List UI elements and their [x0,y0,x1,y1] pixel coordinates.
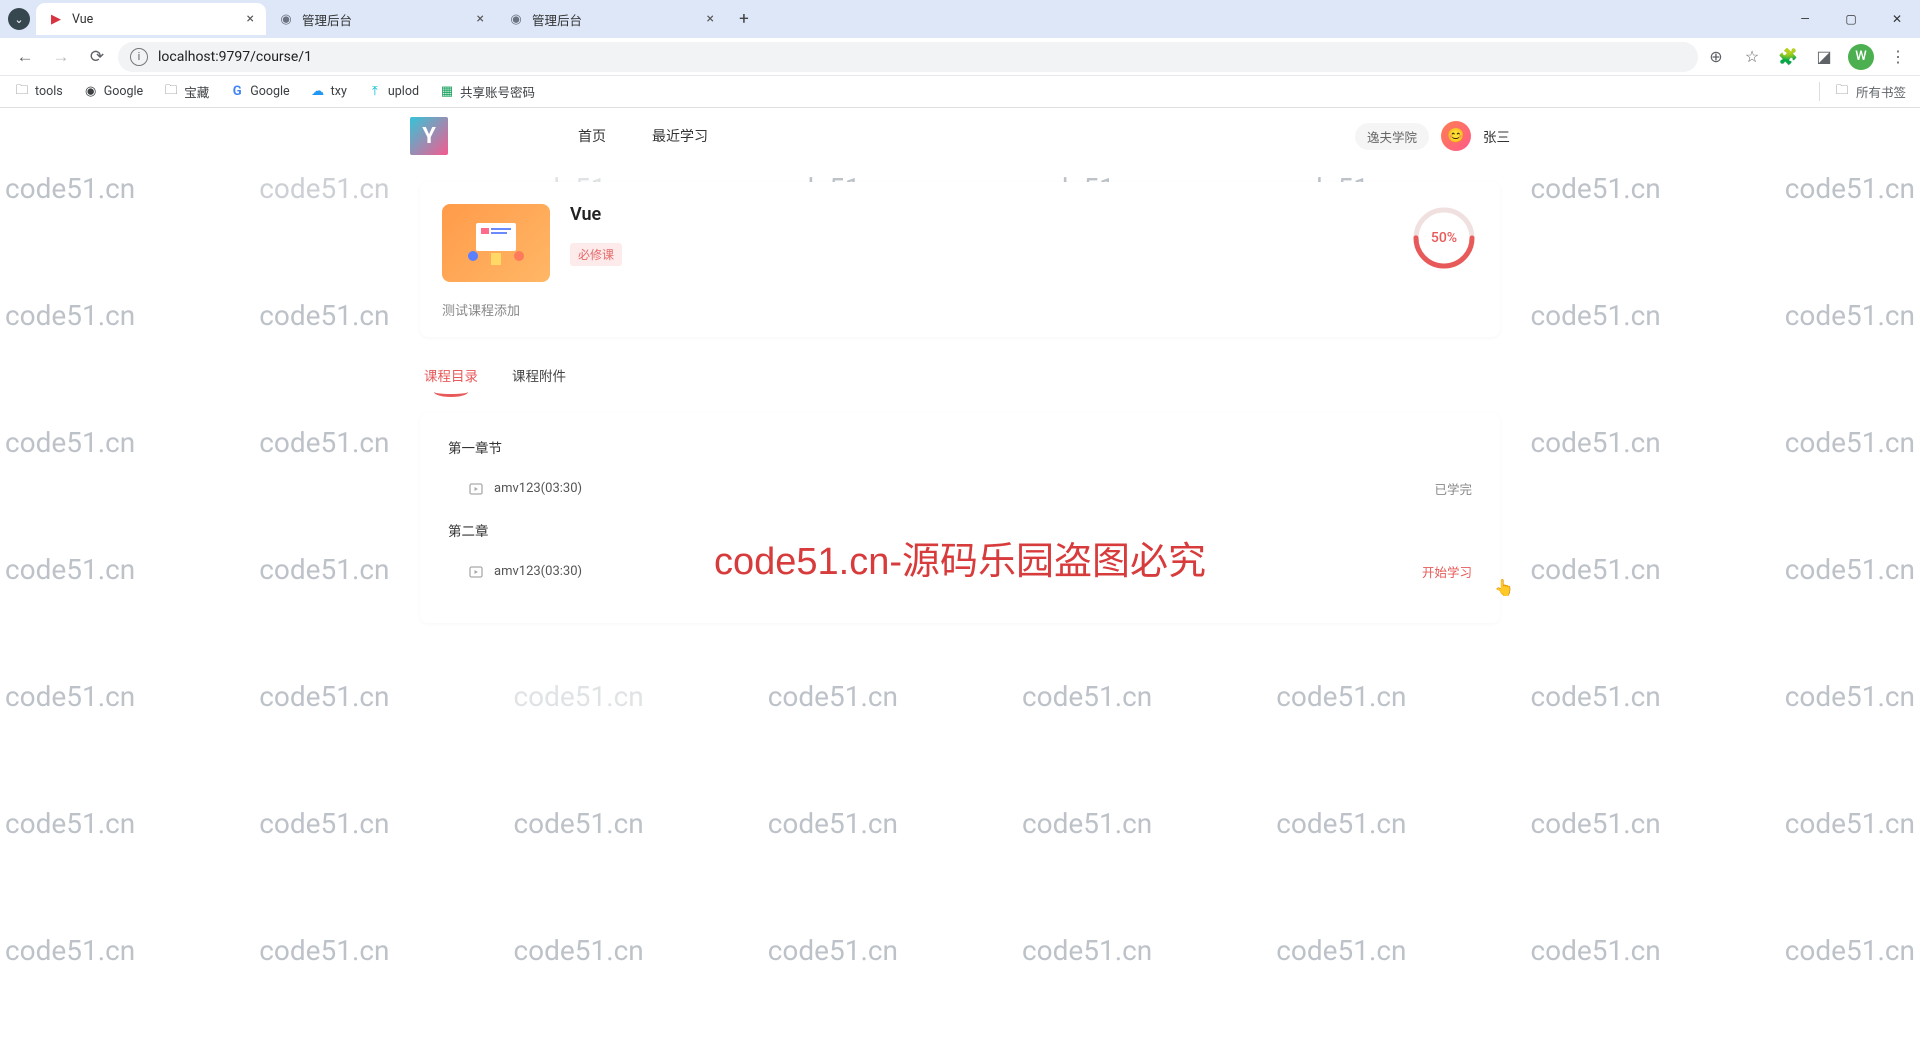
tab-title: Vue [72,12,93,27]
org-badge[interactable]: 逸夫学院 [1355,123,1429,150]
course-required-tag: 必修课 [570,243,622,266]
progress-label: 50% [1431,230,1457,246]
course-description: 测试课程添加 [442,300,1478,319]
tab-title: 管理后台 [532,10,582,29]
bookmark-tools[interactable]: 🗀tools [14,84,63,100]
user-avatar[interactable]: 😊 [1441,121,1471,151]
content-tabs: 课程目录 课程附件 [420,365,1500,395]
close-icon[interactable]: × [477,11,484,27]
minimize-button[interactable]: — [1782,2,1828,36]
menu-icon[interactable]: ⋮ [1886,45,1910,69]
upload-icon: ⤒ [367,84,383,100]
zoom-icon[interactable]: ⊕ [1704,45,1728,69]
tab-search-button[interactable]: ⌄ [8,8,30,30]
url-input[interactable]: i localhost:9797/course/1 [118,42,1698,72]
browser-tab-1[interactable]: ◉ 管理后台 × [266,3,496,35]
tab-title: 管理后台 [302,10,352,29]
course-title: Vue [570,204,622,225]
extension-badge-icon[interactable]: ◪ [1812,45,1836,69]
course-thumbnail [442,204,550,282]
maximize-button[interactable]: ▢ [1828,2,1874,36]
reload-button[interactable]: ⟳ [82,42,112,72]
bookmark-upload[interactable]: ⤒uplod [367,84,419,100]
nav-home[interactable]: 首页 [578,126,606,146]
course-card: Vue 必修课 50% 测试课程添加 [420,182,1500,337]
bookmark-google-2[interactable]: GGoogle [229,84,289,100]
bookmark-baozang[interactable]: 🗀宝藏 [163,82,209,101]
tab-attachments[interactable]: 课程附件 [512,365,566,395]
globe-favicon-icon: ◉ [278,11,294,27]
nav-recent[interactable]: 最近学习 [652,126,708,146]
profile-avatar[interactable]: W [1848,44,1874,70]
google-icon: G [229,84,245,100]
globe-icon: ◉ [83,84,99,100]
close-window-button[interactable]: ✕ [1874,2,1920,36]
video-icon [468,481,484,497]
site-header: Y 首页 最近学习 逸夫学院 😊 张三 [370,108,1550,164]
back-button[interactable]: ← [10,42,40,72]
browser-tab-2[interactable]: ◉ 管理后台 × [496,3,726,35]
vue-favicon-icon: ▶ [48,11,64,27]
url-text: localhost:9797/course/1 [158,49,312,65]
close-icon[interactable]: × [247,11,254,27]
window-controls: — ▢ ✕ [1782,2,1920,36]
site-logo[interactable]: Y [410,117,448,155]
lesson-row[interactable]: amv123(03:30) 开始学习 [448,540,1472,599]
folder-icon: 🗀 [163,84,179,100]
new-tab-button[interactable]: + [730,5,758,33]
folder-icon: 🗀 [14,84,30,100]
site-info-icon[interactable]: i [130,48,148,66]
folder-icon: 🗀 [1834,84,1850,100]
lesson-status-completed: 已学完 [1434,479,1472,498]
bookmark-star-icon[interactable]: ☆ [1740,45,1764,69]
cloud-icon: ☁ [310,84,326,100]
lesson-status-start[interactable]: 开始学习 [1422,562,1472,581]
browser-tab-0[interactable]: ▶ Vue × [36,3,266,35]
lesson-name: amv123(03:30) [494,481,582,496]
address-bar: ← → ⟳ i localhost:9797/course/1 ⊕ ☆ 🧩 ◪ … [0,38,1920,76]
progress-ring: 50% [1410,204,1478,272]
bookmarks-bar: 🗀tools ◉Google 🗀宝藏 GGoogle ☁txy ⤒uplod ▦… [0,76,1920,108]
bookmark-google[interactable]: ◉Google [83,84,143,100]
user-name[interactable]: 张三 [1483,126,1510,146]
lesson-name: amv123(03:30) [494,564,582,579]
tab-catalog[interactable]: 课程目录 [424,365,478,395]
bookmark-shared[interactable]: ▦共享账号密码 [439,82,535,101]
extensions-icon[interactable]: 🧩 [1776,45,1800,69]
lesson-row[interactable]: amv123(03:30) 已学完 [448,457,1472,516]
sheet-icon: ▦ [439,84,455,100]
page-content: Y 首页 最近学习 逸夫学院 😊 张三 Vue 必修课 50% [0,108,1920,623]
bookmark-txy[interactable]: ☁txy [310,84,347,100]
globe-favicon-icon: ◉ [508,11,524,27]
tab-strip: ⌄ ▶ Vue × ◉ 管理后台 × ◉ 管理后台 × + — ▢ ✕ [0,0,1920,38]
video-icon [468,564,484,580]
chapters-card: 第一章节 amv123(03:30) 已学完 第二章 amv123(03:30)… [420,413,1500,623]
main-nav: 首页 最近学习 [578,126,708,146]
chapter-title: 第一章节 [448,437,1472,457]
all-bookmarks-button[interactable]: 🗀所有书签 [1819,82,1906,101]
close-icon[interactable]: × [707,11,714,27]
chapter-title: 第二章 [448,520,1472,540]
browser-chrome: ⌄ ▶ Vue × ◉ 管理后台 × ◉ 管理后台 × + — ▢ ✕ ← → … [0,0,1920,108]
forward-button[interactable]: → [46,42,76,72]
